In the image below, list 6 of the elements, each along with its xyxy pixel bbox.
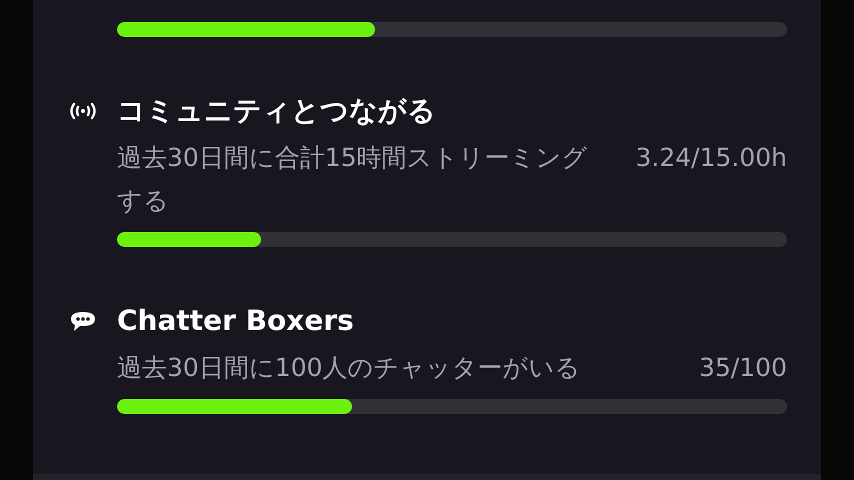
goal-description: 過去30日間に100人のチャッターがいる — [117, 352, 582, 384]
goal-description: 過去30日間に合計15時間ストリーミングする — [117, 142, 589, 217]
goal-title: コミュニティとつながる — [117, 93, 437, 129]
goal-title: Chatter Boxers — [117, 303, 355, 339]
progress-reading: 35/100 — [699, 352, 787, 384]
progress-reading: 3.24/15.00h — [635, 142, 787, 174]
